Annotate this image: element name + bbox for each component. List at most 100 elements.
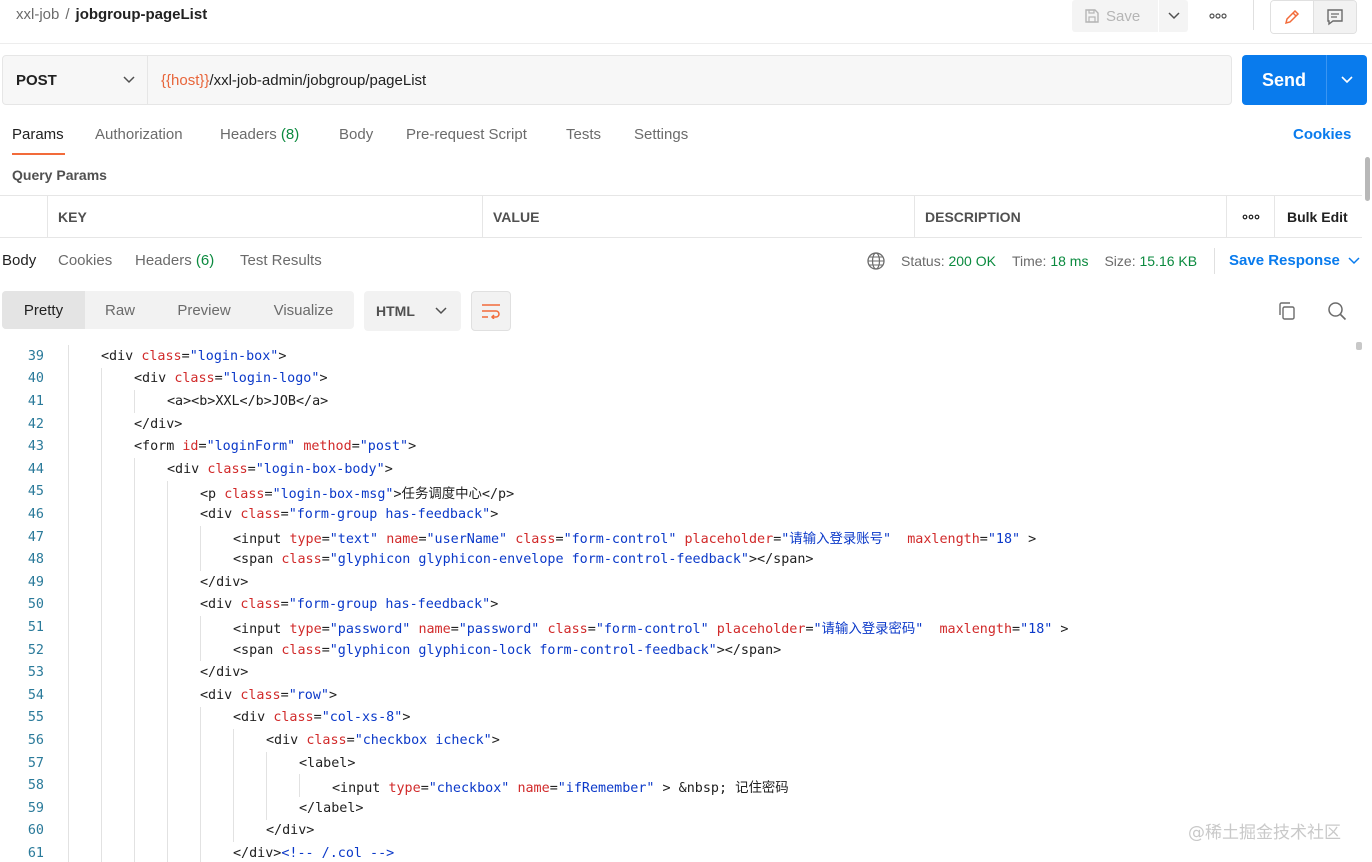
response-tab-headers[interactable]: Headers (6) [135,252,214,270]
code-token: = [321,552,330,568]
request-name[interactable]: jobgroup-pageList [76,6,208,23]
send-options-button[interactable] [1326,55,1367,105]
view-mode-pretty[interactable]: Pretty [2,291,85,329]
time-value[interactable]: 18 ms [1050,253,1088,269]
code-token: = [198,439,207,455]
code-token: = [979,532,988,548]
response-tabs: Body Cookies Headers (6) Test Results St… [0,248,1372,278]
line-number: 40 [27,371,44,387]
response-tab-headers-count: (6) [195,252,215,269]
comments-button[interactable] [1313,1,1356,33]
line-number: 49 [27,574,44,590]
indent-guide [68,390,69,413]
code-token: "login-logo" [222,371,320,387]
code-text: </div> [200,575,248,590]
method-select[interactable]: POST [3,56,148,104]
active-tab-indicator [12,153,65,155]
indent-guide [134,638,135,662]
indent-guide [68,751,69,775]
line-number: 50 [27,597,44,613]
request-pane-scrollbar[interactable] [1365,157,1370,201]
bulk-edit-button[interactable]: Bulk Edit [1274,196,1362,237]
code-token: type [289,532,322,548]
tab-body[interactable]: Body [339,126,373,144]
globe-icon[interactable] [866,251,886,271]
line-number: 39 [27,348,44,364]
save-response-button[interactable]: Save Response [1229,252,1360,270]
send-button[interactable]: Send [1242,55,1326,105]
code-line: 45 <p class="login-box-msg">任务调度中心</p> [0,480,1352,504]
response-tab-cookies[interactable]: Cookies [58,252,112,270]
code-token: maxlength [907,532,980,548]
indent-guide [101,751,102,775]
indent-guide [101,390,102,413]
indent-guide [167,525,168,549]
code-token: placeholder [716,622,806,638]
more-icon [1242,214,1259,219]
indent-guide [68,661,69,684]
tab-params[interactable]: Params [12,126,64,144]
response-body-viewer[interactable]: 39 <div class="login-box"> 40 <div class="l… [0,345,1352,862]
code-line: 43 <form id="loginForm" method="post"> [0,435,1352,458]
tab-tests[interactable]: Tests [566,126,601,144]
code-line: 42 </div> [0,412,1352,436]
wrap-lines-button[interactable] [471,291,511,331]
indent-guide [101,797,102,820]
response-tab-body[interactable]: Body [2,252,36,270]
edit-mode-button[interactable] [1271,1,1313,33]
tab-settings[interactable]: Settings [634,126,688,144]
copy-button[interactable] [1274,298,1300,324]
time-label: Time: [1011,253,1047,269]
chevron-down-icon [435,307,447,315]
code-token: "login-box-body" [255,461,385,477]
code-token: ></span> [748,552,814,568]
code-line: 52 <span class="glyphicon glyphicon-lock … [0,638,1352,662]
status-value[interactable]: 200 OK [948,253,995,269]
tab-authorization[interactable]: Authorization [95,126,183,144]
code-token: "userName" [426,532,508,548]
code-token: > [491,732,500,748]
format-select[interactable]: HTML [364,291,461,331]
view-mode-raw[interactable]: Raw [85,291,155,329]
indent-guide [101,435,102,458]
method-label: POST [16,71,57,89]
indent-guide [134,819,135,843]
save-button[interactable]: Save [1072,0,1158,32]
view-mode-preview[interactable]: Preview [155,291,253,329]
view-mode-visualize[interactable]: Visualize [253,291,354,329]
code-token: = [1012,622,1021,638]
tab-headers[interactable]: Headers (8) [220,126,299,144]
line-number: 55 [27,710,44,726]
size-value[interactable]: 15.16 KB [1139,253,1197,269]
breadcrumb-separator: / [65,6,70,23]
code-token: "ifRemember" [557,780,655,796]
code-text: <a><b>XXL</b>JOB</a> [167,394,328,409]
code-token: = [555,532,564,548]
code-token: = [321,622,330,638]
indent-guide [200,548,201,571]
code-text: </div><!-- /.col --> [233,846,394,861]
response-tab-test-results[interactable]: Test Results [240,252,322,270]
indent-guide [134,571,135,594]
breadcrumb-collection[interactable]: xxl-job [16,6,59,23]
line-number: 57 [27,755,44,771]
code-token: <span [233,642,282,658]
url-input[interactable]: {{host}}/xxl-job-admin/jobgroup/pageList [148,56,1231,104]
code-token: > [490,597,499,613]
code-scrollbar[interactable] [1356,342,1362,350]
code-token: class [207,461,248,477]
code-token: </label> [299,800,364,816]
save-options-button[interactable] [1159,0,1188,32]
cookies-link[interactable]: Cookies [1293,126,1351,144]
code-line: 44 <div class="login-box-body"> [0,458,1352,481]
code-token: = [549,780,558,796]
tab-prerequest-script[interactable]: Pre-request Script [406,126,527,144]
search-button[interactable] [1324,298,1350,324]
indent-guide [101,842,102,862]
indent-guide [299,774,300,797]
code-token: <input [233,622,290,638]
column-options-button[interactable] [1226,196,1274,237]
more-actions-button[interactable] [1203,4,1233,28]
